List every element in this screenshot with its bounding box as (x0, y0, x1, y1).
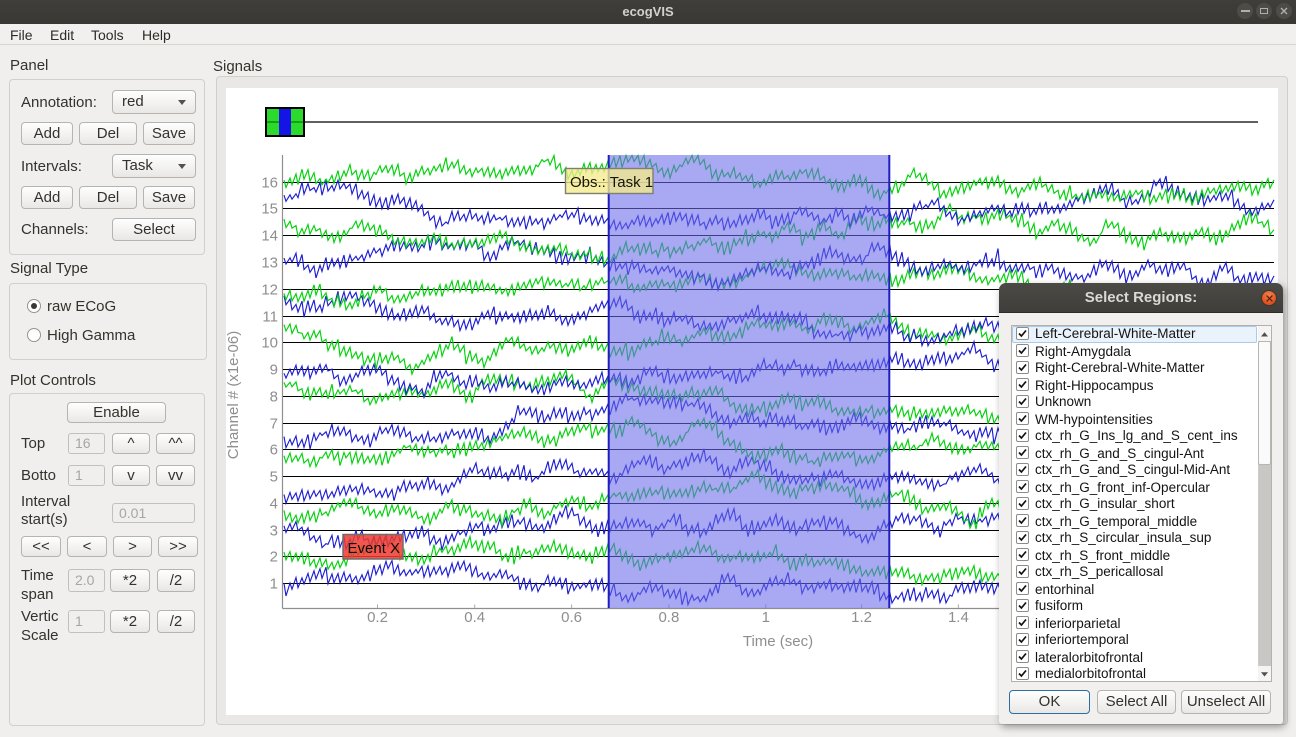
svg-text:1.2: 1.2 (851, 609, 872, 626)
svg-text:0.6: 0.6 (561, 609, 582, 626)
svg-text:Channel # (x1e-06): Channel # (x1e-06) (225, 331, 242, 459)
svg-text:Event X: Event X (348, 540, 401, 557)
svg-text:5: 5 (270, 469, 278, 486)
svg-text:7: 7 (270, 416, 278, 433)
svg-text:12: 12 (261, 282, 278, 299)
svg-text:9: 9 (270, 362, 278, 379)
svg-text:0.8: 0.8 (658, 609, 679, 626)
svg-text:14: 14 (261, 228, 278, 245)
svg-text:Obs.: Task 1: Obs.: Task 1 (570, 174, 653, 191)
svg-text:Time (sec): Time (sec) (743, 633, 813, 650)
svg-text:10: 10 (261, 335, 278, 352)
svg-text:3: 3 (270, 523, 278, 540)
svg-text:16: 16 (261, 175, 278, 192)
svg-text:2: 2 (270, 549, 278, 566)
svg-text:13: 13 (261, 255, 278, 272)
svg-text:1.4: 1.4 (948, 609, 969, 626)
svg-text:0.4: 0.4 (464, 609, 485, 626)
svg-text:4: 4 (270, 496, 278, 513)
svg-text:11: 11 (262, 309, 278, 326)
svg-text:15: 15 (261, 201, 278, 218)
svg-text:0.2: 0.2 (367, 609, 388, 626)
svg-text:1: 1 (762, 609, 770, 626)
svg-text:6: 6 (270, 442, 278, 459)
svg-text:1: 1 (270, 576, 278, 593)
svg-text:8: 8 (270, 389, 278, 406)
